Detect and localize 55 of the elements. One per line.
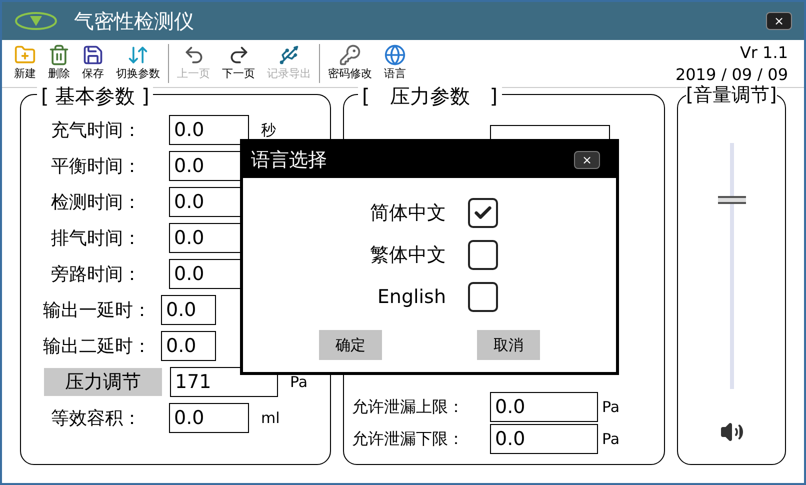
save-icon: [82, 44, 104, 66]
field-label: 输出一延时：: [43, 298, 152, 322]
toolbar-button[interactable]: 语言: [380, 44, 410, 83]
arrows-icon: [127, 44, 149, 66]
logo-icon: [14, 11, 58, 31]
undo-icon: [182, 44, 204, 66]
dialog-button[interactable]: 取消: [477, 330, 540, 360]
toolbar-button[interactable]: 保存: [78, 44, 108, 83]
pressure-adjust-button[interactable]: 压力调节: [44, 368, 162, 396]
input-field[interactable]: 0.0: [161, 295, 216, 325]
trash-icon: [48, 44, 70, 66]
toolbar-button[interactable]: 下一页: [218, 44, 259, 83]
field-label: 旁路时间：: [51, 262, 142, 286]
globe-icon: [384, 44, 406, 66]
version-text: Vr 1.1: [740, 42, 788, 64]
field-label: 排气时间：: [51, 226, 142, 250]
field-label: 允许泄漏下限：: [352, 428, 465, 450]
language-option: English: [360, 282, 446, 312]
field-label: 充气时间：: [51, 118, 142, 142]
usb-icon: [278, 44, 300, 66]
input-field[interactable]: 0.0: [490, 392, 598, 422]
unit-label: Pa: [602, 428, 620, 450]
slider-thumb[interactable]: [718, 196, 746, 204]
checkbox[interactable]: [468, 282, 498, 312]
dialog-button[interactable]: 确定: [319, 330, 382, 360]
volume-slider[interactable]: [718, 143, 746, 389]
input-field[interactable]: 0.0: [490, 424, 598, 454]
input-field[interactable]: 0.0: [169, 115, 249, 145]
field-label: 平衡时间：: [51, 154, 142, 178]
speaker-icon: [720, 420, 744, 444]
field-label: 检测时间：: [51, 190, 142, 214]
key-icon: [339, 44, 361, 66]
field-label: 输出二延时：: [43, 334, 152, 358]
toolbar-button[interactable]: 切换参数: [112, 44, 164, 83]
toolbar-button[interactable]: 新建: [10, 44, 40, 83]
unit-label: ml: [261, 408, 280, 429]
unit-label: 秒: [261, 120, 276, 141]
folder-plus-icon: [14, 44, 36, 66]
toolbar-button[interactable]: 删除: [44, 44, 74, 83]
language-option: 简体中文: [360, 198, 446, 228]
close-button[interactable]: ×: [766, 12, 792, 30]
close-button[interactable]: ×: [574, 151, 600, 169]
toolbar-button[interactable]: 密码修改: [324, 44, 376, 83]
checkbox[interactable]: [468, 240, 498, 270]
field-label: 允许泄漏上限：: [352, 396, 465, 418]
unit-label: Pa: [290, 372, 308, 393]
input-field[interactable]: 171: [170, 367, 278, 397]
checkbox[interactable]: [468, 198, 498, 228]
unit-label: Pa: [602, 396, 620, 418]
input-field[interactable]: 0.0: [169, 403, 249, 433]
field-label: 等效容积：: [51, 406, 142, 430]
input-field[interactable]: 0.0: [161, 331, 216, 361]
dialog-title: 语言选择: [251, 148, 327, 173]
language-option: 繁体中文: [360, 240, 446, 270]
window-title: 气密性检测仪: [74, 8, 194, 35]
